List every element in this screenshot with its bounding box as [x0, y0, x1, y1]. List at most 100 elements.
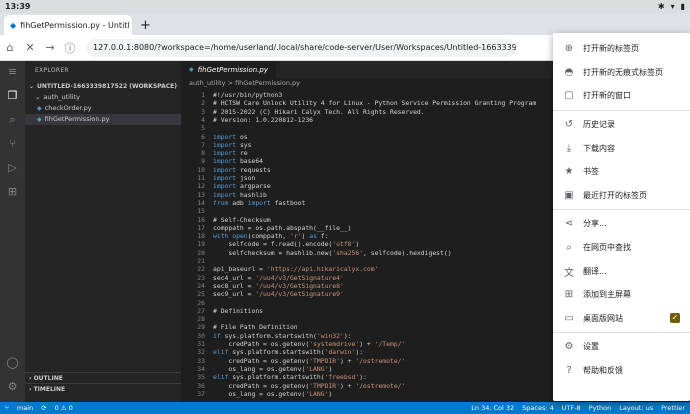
menu-item-incognito[interactable]: ◓ 打开新的无痕式标签页 [553, 61, 690, 85]
indentation[interactable]: Spaces: 4 [522, 404, 554, 412]
line-number: 33 [197, 356, 205, 365]
settings-icon: ⚙ [564, 341, 574, 353]
menu-item-settings[interactable]: ⚙ 设置 [553, 335, 690, 359]
menu-item-new-window[interactable]: ▢ 打开新的窗口 [553, 84, 690, 108]
menu-item-translate[interactable]: 文翻译... [553, 259, 690, 283]
line-number: 32 [197, 348, 205, 357]
code-line: elif sys.platform.startswith('freebsd'): [213, 373, 367, 382]
code-line: import argparse [213, 182, 271, 191]
code-line: from adb import fastboot [213, 198, 306, 207]
code-line: import re [213, 149, 248, 158]
new-tab-button[interactable]: + [140, 18, 151, 35]
share-icon: ⋖ [564, 218, 574, 230]
code-line: os_lang = os.getenv('LANG') [213, 364, 333, 373]
menu-item-new-tab[interactable]: ⊕ 打开新的标签页 [553, 37, 690, 61]
desktop-site-checkbox[interactable]: ✓ [670, 313, 680, 324]
explorer-sidebar: EXPLORER ⌄ UNTITLED-1663339817522 (WORKS… [25, 61, 181, 402]
bluetooth-icon: ✱ [657, 2, 665, 11]
line-number: 11 [197, 174, 205, 182]
code-line: credPath = os.getenv('systemdrive') + '/… [213, 340, 406, 348]
code-line: os_lang = os.getenv('LANG') [213, 389, 333, 398]
code-line: selfcode = f.read().encode('utf8') [213, 240, 360, 249]
line-number: 14 [197, 198, 205, 207]
tab-strip: ◆ fihGetPermission.py - Untitl ✕ + [0, 13, 690, 35]
download-icon: ⤓ [566, 142, 572, 154]
code-line: if sys.platform.startswith('win32'): [213, 331, 352, 340]
code-line: # Definitions [213, 306, 264, 315]
line-number: 23 [197, 273, 205, 282]
problems-count[interactable]: 0 ⚠ 0 [55, 404, 73, 412]
close-icon[interactable]: ✕ [20, 41, 40, 54]
language-mode[interactable]: Python [589, 404, 612, 412]
address-bar[interactable]: 127.0.0.1:8080/?workspace=/home/userland… [86, 38, 516, 57]
run-debug-icon[interactable]: ▷ [6, 161, 20, 175]
manage-gear-icon[interactable]: ⚙ [6, 380, 20, 394]
search-icon[interactable]: ⌕ [6, 113, 20, 127]
line-number: 28 [197, 315, 205, 324]
branch-name[interactable]: main [17, 404, 33, 412]
forward-icon[interactable]: → [40, 41, 60, 54]
line-number: 2 [201, 99, 205, 108]
browser-tab[interactable]: ◆ fihGetPermission.py - Untitl ✕ [4, 15, 132, 35]
menu-item-label: 打开新的无痕式标签页 [583, 67, 663, 77]
line-number: 35 [197, 373, 205, 382]
menu-item-help[interactable]: ? 帮助和反馈 [553, 359, 690, 383]
line-number: 10 [197, 165, 205, 174]
encoding[interactable]: UTF-8 [562, 404, 581, 412]
line-number: 18 [197, 232, 205, 241]
divider [553, 332, 690, 334]
info-icon[interactable]: ⓘ [60, 40, 80, 56]
menu-item-desktop-site[interactable]: ▭ 桌面版网站 ✓ [553, 307, 690, 331]
file-row-selected[interactable]: ◆ fihGetPermission.py [25, 114, 181, 125]
add-home-icon: ⊞ [564, 289, 574, 301]
file-name: fihGetPermission.py [44, 115, 110, 123]
wifi-icon: ▾ [670, 2, 675, 11]
account-icon[interactable]: ◯ [6, 356, 20, 370]
new-tab-icon: ⊕ [564, 43, 574, 55]
prettier-status[interactable]: Prettier [661, 404, 685, 412]
menu-item-label: 在网页中查找 [583, 243, 631, 253]
line-number: 31 [197, 340, 205, 348]
file-row[interactable]: ◆ checkOrder.py [25, 103, 181, 114]
folder-row[interactable]: ⌄ auth_utility [25, 92, 181, 103]
menu-item-history[interactable]: ↺ 历史记录 [553, 113, 690, 137]
menu-item-label: 打开新的标签页 [583, 44, 639, 54]
code-line: import os [213, 132, 248, 141]
history-icon: ↺ [564, 119, 574, 131]
menu-item-label: 打开新的窗口 [583, 91, 631, 101]
extensions-icon[interactable]: ⊞ [6, 185, 20, 199]
code-line: with open(comppath, 'r') as f: [213, 232, 329, 241]
menu-item-downloads[interactable]: ⤓ 下载内容 [553, 136, 690, 160]
menu-item-label: 历史记录 [583, 120, 615, 130]
sync-icon[interactable]: ⟳ [41, 404, 46, 412]
code-line: sec8_url = '/uu4/v3/GetSignature8' [213, 281, 344, 290]
line-number: 5 [201, 124, 205, 133]
recent-tabs-icon: ▣ [564, 189, 574, 201]
incognito-icon: ◓ [564, 66, 574, 78]
menu-item-add-home[interactable]: ⊞ 添加到主屏幕 [553, 283, 690, 307]
menu-item-find[interactable]: ⌕ 在网页中查找 [553, 236, 690, 260]
code-line: selfchecksum = hashlib.new('sha256', sel… [213, 248, 452, 257]
menu-icon[interactable]: ≡ [6, 65, 20, 79]
workspace-row[interactable]: ⌄ UNTITLED-1663339817522 (WORKSPACE) [25, 81, 181, 92]
menu-item-recent-tabs[interactable]: ▣ 最近打开的标签页 [553, 184, 690, 208]
menu-item-label: 添加到主屏幕 [583, 290, 631, 300]
explorer-icon[interactable]: ❐ [6, 89, 20, 103]
code-line: import base64 [213, 157, 264, 166]
url-text: 127.0.0.1:8080/?workspace=/home/userland… [93, 43, 516, 52]
home-icon[interactable]: ⌂ [0, 41, 20, 54]
line-number: 27 [197, 306, 205, 315]
code-line: elif sys.platform.startswith('darwin'): [213, 348, 364, 357]
keyboard-layout[interactable]: Layout: us [619, 404, 653, 412]
clock: 13:39 [5, 2, 31, 11]
cursor-position[interactable]: Ln 34, Col 32 [471, 404, 514, 412]
editor-tab[interactable]: ◆ fihGetPermission.py [181, 61, 276, 78]
outline-panel[interactable]: › OUTLINE [25, 372, 181, 383]
code-line: # HCTSW Care Unlock Utility 4 for Linux … [213, 99, 537, 108]
source-control-icon[interactable]: ⑂ [6, 137, 20, 151]
timeline-panel[interactable]: › TIMELINE [25, 383, 181, 394]
menu-item-bookmarks[interactable]: ★ 书签 [553, 160, 690, 184]
code-line: # Self-Checksum [213, 215, 271, 224]
menu-item-share[interactable]: ⋖ 分享... [553, 212, 690, 236]
line-number: 22 [197, 265, 205, 274]
